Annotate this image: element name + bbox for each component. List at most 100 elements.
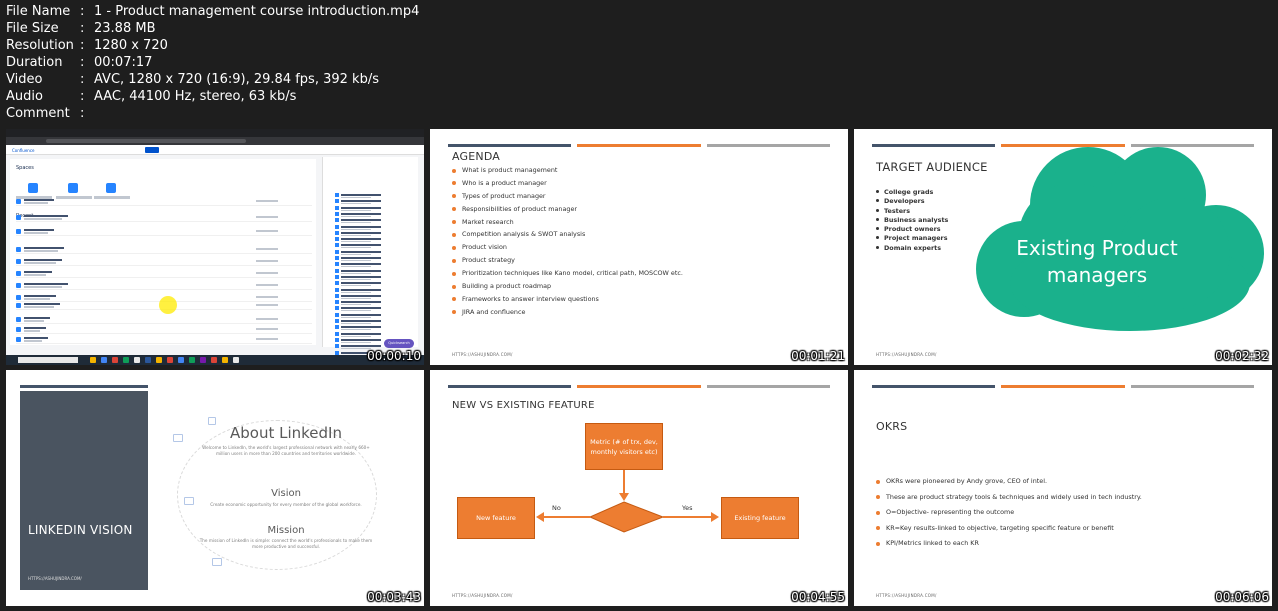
thumbnail-okrs[interactable]: OKRS OKRs were pioneered by Andy grove, … (854, 370, 1272, 606)
announcement-item (335, 193, 405, 199)
title-panel (20, 391, 148, 590)
thumbnail-agenda[interactable]: AGENDA What is product management Who is… (430, 129, 848, 365)
list-item: Responsibilities of product manager (452, 205, 683, 218)
flowchart-connectors (536, 470, 719, 533)
recent-row (16, 245, 312, 254)
list-item: Market research (452, 218, 683, 231)
taskbar-app-icon (134, 357, 140, 363)
timestamp: 00:02:32 (1215, 349, 1269, 363)
taskbar-search (18, 357, 78, 363)
about-text: Welcome to LinkedIn, the world's largest… (202, 445, 370, 456)
browser-address-bar (6, 137, 424, 145)
list-item: Domain experts (876, 244, 948, 253)
confluence-logo-text: Confluence (12, 148, 35, 153)
recent-row (16, 281, 312, 290)
down-arrow-head (619, 493, 629, 501)
announcement-item (335, 281, 405, 287)
thumbnail-linkedin-vision[interactable]: LINKEDIN VISION HTTPS://ASHUJINDRA.COM/ … (6, 370, 424, 606)
timestamp: 00:00:10 (367, 349, 421, 363)
file-size-row: File Size:23.88 MB (6, 21, 156, 36)
taskbar-app-icon (156, 357, 162, 363)
announcements-sidebar (322, 157, 418, 356)
file-info-panel: File Name:1 - Product management course … (6, 3, 419, 122)
announcement-item (335, 218, 405, 224)
taskbar-app-icon (233, 357, 239, 363)
slide-header-bars (872, 385, 1254, 388)
recent-row (16, 325, 312, 334)
windows-taskbar (6, 355, 424, 365)
slide-footer: HTTPS://ASHUJINDRA.COM/ (876, 352, 937, 357)
slide-title: LINKEDIN VISION (28, 523, 133, 537)
yes-label: Yes (682, 504, 693, 512)
list-item: JIRA and confluence (452, 308, 683, 321)
list-item: Project managers (876, 234, 948, 243)
announcement-item (335, 300, 405, 306)
announcement-item (335, 325, 405, 331)
thumbnail-new-vs-existing[interactable]: NEW VS EXISTING FEATURE Metric (# of trx… (430, 370, 848, 606)
list-item: KR=Key results-linked to objective, targ… (876, 524, 1142, 540)
create-button (145, 147, 159, 153)
list-item: Product owners (876, 225, 948, 234)
thumbnail-confluence[interactable]: Confluence Spaces Recent Quicksearch 00:… (6, 129, 424, 365)
spaces-heading: Spaces (16, 165, 34, 171)
announcement-item (335, 319, 405, 325)
duration-row: Duration:00:07:17 (6, 55, 153, 70)
audio-value: AAC, 44100 Hz, stereo, 63 kb/s (94, 89, 297, 104)
target-icon (212, 558, 222, 566)
confluence-main: Spaces Recent (10, 159, 316, 345)
recent-row (16, 197, 312, 206)
announcement-item (335, 230, 405, 237)
announcement-item (335, 274, 405, 281)
taskbar-app-icon (167, 357, 173, 363)
new-feature-box: New feature (457, 497, 535, 539)
announcement-item (335, 249, 405, 256)
file-name-value: 1 - Product management course introducti… (94, 4, 420, 19)
no-label: No (552, 504, 561, 512)
mission-text: The mission of LinkedIn is simple: conne… (199, 538, 373, 549)
file-size-value: 23.88 MB (94, 21, 156, 36)
taskbar-app-icon (145, 357, 151, 363)
announcement-item (335, 331, 405, 338)
taskbar-app-icon (189, 357, 195, 363)
list-item: O=Objective- representing the outcome (876, 508, 1142, 524)
recent-row (16, 227, 312, 236)
video-row: Video: AVC, 1280 x 720 (16:9), 29.84 fps,… (6, 72, 379, 87)
about-heading: About LinkedIn (230, 424, 342, 442)
announcement-item (335, 256, 405, 262)
taskbar-app-icon (200, 357, 206, 363)
announcement-item (335, 199, 405, 205)
decision-diamond (588, 501, 665, 533)
taskbar-app-icon (211, 357, 217, 363)
announcement-item (335, 312, 405, 319)
confluence-nav: Confluence (6, 145, 424, 155)
announcement-item (335, 243, 405, 249)
cursor-highlight (159, 296, 177, 314)
list-item: Testers (876, 207, 948, 216)
list-item: Types of product manager (452, 192, 683, 205)
audio-row: Audio: AAC, 44100 Hz, stereo, 63 kb/s (6, 89, 297, 104)
slide-footer: HTTPS://ASHUJINDRA.COM/ (876, 593, 937, 598)
duration-value: 00:07:17 (94, 55, 153, 70)
slide-footer: HTTPS://ASHUJINDRA.COM/ (452, 352, 513, 357)
briefcase-icon (173, 434, 183, 442)
announcement-item (335, 287, 405, 294)
existing-feature-box: Existing feature (721, 497, 799, 539)
list-item: Frameworks to answer interview questions (452, 295, 683, 308)
taskbar-app-icon (178, 357, 184, 363)
recent-row (16, 257, 312, 266)
yes-arrow-head (711, 512, 719, 522)
taskbar-app-icon (222, 357, 228, 363)
announcement-item (335, 205, 405, 212)
announcement-item (335, 237, 405, 243)
okr-list: OKRs were pioneered by Andy grove, CEO o… (876, 477, 1142, 555)
list-item: KPI/Metrics linked to each KR (876, 539, 1142, 555)
recent-row (16, 315, 312, 324)
announcement-item (335, 293, 405, 300)
timestamp: 00:03:43 (367, 590, 421, 604)
thumbnail-target-audience[interactable]: Existing Product managers TARGET AUDIENC… (854, 129, 1272, 365)
list-item: Developers (876, 197, 948, 206)
browser-tab-bar (6, 129, 424, 137)
slide-title: OKRS (876, 420, 908, 433)
slide-title: TARGET AUDIENCE (876, 160, 988, 174)
vision-heading: Vision (271, 488, 301, 499)
